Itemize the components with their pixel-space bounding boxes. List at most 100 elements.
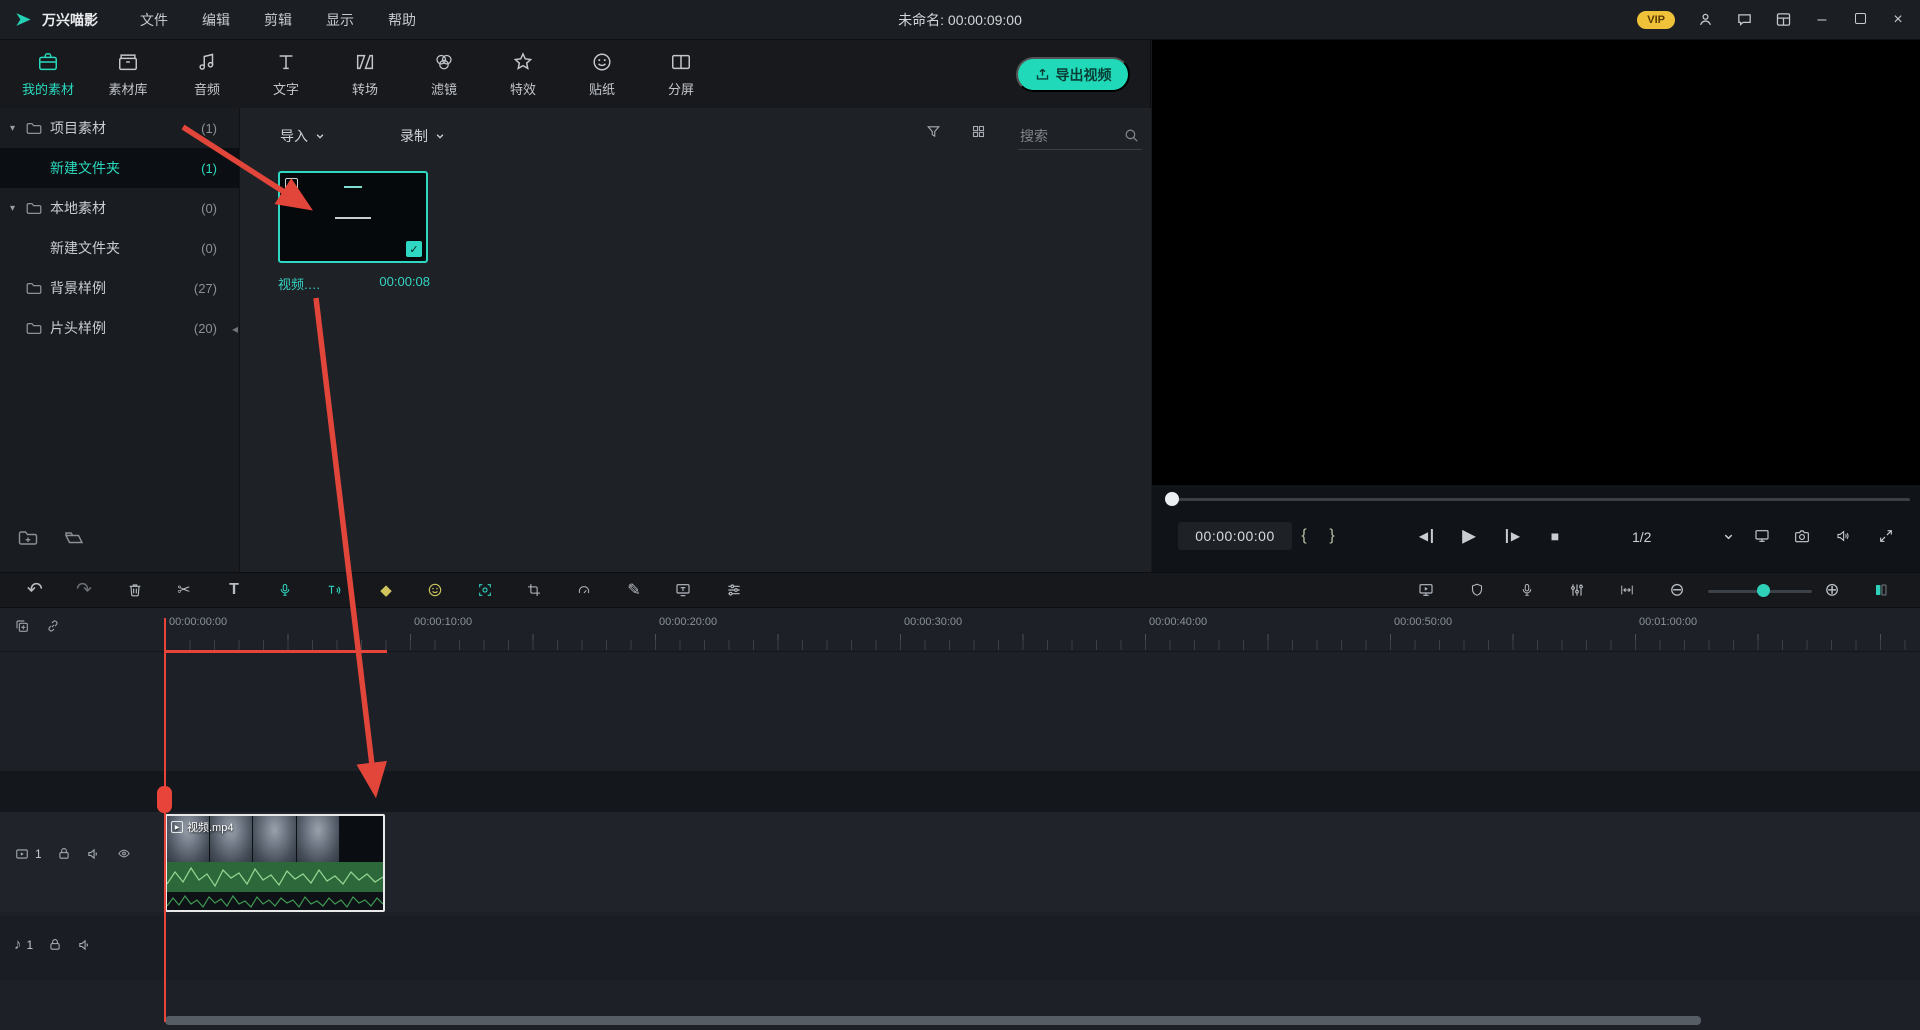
crop-button[interactable] — [527, 583, 542, 598]
emoji-button[interactable] — [427, 582, 443, 598]
search-input[interactable]: 搜索 — [1018, 122, 1142, 150]
minimize-button[interactable]: – — [1814, 12, 1830, 28]
close-button[interactable]: × — [1890, 12, 1906, 28]
annotate-button[interactable]: ✎ — [627, 580, 640, 600]
workspace-layout-icon[interactable] — [1775, 11, 1792, 28]
folder-label: 背景样例 — [50, 278, 106, 298]
playhead-marker[interactable] — [157, 786, 172, 813]
delete-folder-button[interactable] — [64, 530, 84, 546]
audio-mixer-button[interactable] — [1569, 582, 1585, 598]
redo-button[interactable]: ↷ — [76, 579, 92, 602]
folder-label: 本地素材 — [50, 198, 106, 218]
filter-icon[interactable] — [926, 124, 941, 139]
import-dropdown[interactable]: 导入 — [280, 122, 325, 150]
video-track-icon[interactable] — [14, 847, 30, 861]
speaker-icon[interactable] — [86, 847, 101, 861]
mic-button[interactable] — [1520, 582, 1534, 599]
expander-icon[interactable]: ▾ — [10, 123, 15, 134]
tab-stock-media[interactable]: 素材库 — [103, 51, 153, 98]
menu-edit[interactable]: 编辑 — [202, 10, 230, 30]
previous-frame-button[interactable]: ◀ — [1419, 529, 1433, 543]
color-adjust-button[interactable] — [726, 582, 742, 598]
record-dropdown[interactable]: 录制 — [400, 122, 445, 150]
seek-bar[interactable] — [1168, 498, 1910, 501]
maximize-button[interactable] — [1852, 12, 1868, 28]
timeline-view-icon[interactable] — [1874, 582, 1889, 598]
media-item-thumbnail[interactable]: ▶ ✓ — [278, 171, 428, 263]
split-scissors-button[interactable]: ✂ — [177, 580, 190, 600]
tab-split-screen[interactable]: 分屏 — [656, 51, 706, 98]
tab-audio[interactable]: 音频 — [182, 51, 232, 98]
mark-in-button[interactable]: { — [1301, 527, 1306, 545]
keyframe-button[interactable]: ◆ — [380, 581, 392, 599]
undo-button[interactable]: ↶ — [27, 579, 43, 602]
playhead-line[interactable] — [164, 618, 166, 1022]
timeline-drop-strip[interactable] — [0, 771, 1920, 812]
mirror-display-icon[interactable] — [1753, 528, 1771, 544]
video-viewport[interactable] — [1152, 40, 1920, 485]
audio-track[interactable] — [0, 916, 1920, 980]
snapshot-icon[interactable] — [1793, 528, 1811, 544]
tab-effects[interactable]: 特效 — [498, 51, 548, 98]
subtitle-button[interactable] — [675, 582, 692, 598]
sidebar-item-new-folder-project[interactable]: 新建文件夹 (1) — [0, 148, 239, 188]
sidebar-item-background-samples[interactable]: 背景样例 (27) — [0, 268, 239, 308]
seek-handle[interactable] — [1165, 492, 1179, 506]
text-to-speech-button[interactable] — [326, 583, 343, 598]
grid-view-icon[interactable] — [971, 124, 986, 139]
folder-icon — [26, 282, 42, 295]
link-icon[interactable] — [45, 618, 61, 634]
sidebar-item-project-media[interactable]: ▾ 项目素材 (1) — [0, 108, 239, 148]
next-frame-button[interactable]: ▶ — [1506, 529, 1520, 543]
speaker-icon[interactable] — [77, 938, 92, 952]
stop-button[interactable]: ■ — [1551, 528, 1559, 544]
voice-to-text-button[interactable] — [278, 582, 292, 599]
copy-icon[interactable] — [14, 618, 30, 634]
music-note-icon[interactable]: ♪ — [14, 936, 22, 953]
tab-my-media[interactable]: 我的素材 — [22, 51, 74, 98]
speed-button[interactable] — [576, 583, 593, 597]
expander-icon[interactable]: ▾ — [10, 203, 15, 214]
audio-track-number: 1 — [27, 938, 34, 952]
shield-icon[interactable] — [1470, 582, 1485, 598]
account-icon[interactable] — [1697, 11, 1714, 28]
folder-count: (0) — [201, 241, 217, 256]
tab-transitions[interactable]: 转场 — [340, 51, 390, 98]
new-folder-button[interactable] — [18, 530, 38, 546]
lock-icon[interactable] — [48, 937, 62, 952]
menu-file[interactable]: 文件 — [140, 10, 168, 30]
timeline-video-clip[interactable]: ▶ 视频.mp4 — [165, 814, 385, 912]
eye-icon[interactable] — [116, 847, 132, 860]
motion-tracking-button[interactable] — [477, 582, 493, 598]
render-preview-button[interactable] — [1418, 582, 1435, 598]
zoom-in-button[interactable]: ⊕ — [1824, 580, 1839, 601]
menu-view[interactable]: 显示 — [326, 10, 354, 30]
media-item-name[interactable]: 视频.… — [278, 274, 321, 293]
maximize-icon — [1855, 13, 1866, 24]
zoom-out-button[interactable]: ⊖ — [1669, 580, 1684, 601]
zoom-slider-handle[interactable] — [1757, 584, 1770, 597]
fullscreen-icon[interactable] — [1879, 529, 1894, 544]
tab-stickers[interactable]: 贴纸 — [577, 51, 627, 98]
preview-quality-dropdown[interactable]: 1/2 — [1622, 523, 1740, 550]
feedback-icon[interactable] — [1736, 11, 1753, 28]
menu-clip[interactable]: 剪辑 — [264, 10, 292, 30]
tab-text[interactable]: 文字 — [261, 51, 311, 98]
vip-badge[interactable]: VIP — [1637, 11, 1675, 29]
lock-icon[interactable] — [57, 846, 71, 861]
text-tool-button[interactable]: T — [229, 581, 239, 599]
sidebar-item-local-media[interactable]: ▾ 本地素材 (0) — [0, 188, 239, 228]
tab-filters[interactable]: 滤镜 — [419, 51, 469, 98]
sidebar-item-intro-samples[interactable]: 片头样例 (20) — [0, 308, 239, 348]
play-button[interactable]: ▶ — [1462, 526, 1476, 547]
menu-help[interactable]: 帮助 — [388, 10, 416, 30]
sidebar-collapse-icon[interactable]: ◂ — [232, 322, 238, 336]
timeline-scrollbar[interactable] — [165, 1016, 1701, 1025]
volume-icon[interactable] — [1835, 529, 1852, 544]
fit-timeline-button[interactable] — [1619, 583, 1636, 597]
export-video-button[interactable]: 导出视频 — [1016, 57, 1130, 92]
delete-button[interactable] — [127, 582, 143, 599]
sidebar-item-new-folder-local[interactable]: 新建文件夹 (0) — [0, 228, 239, 268]
search-icon[interactable] — [1123, 127, 1140, 144]
mark-out-button[interactable]: } — [1329, 527, 1334, 545]
